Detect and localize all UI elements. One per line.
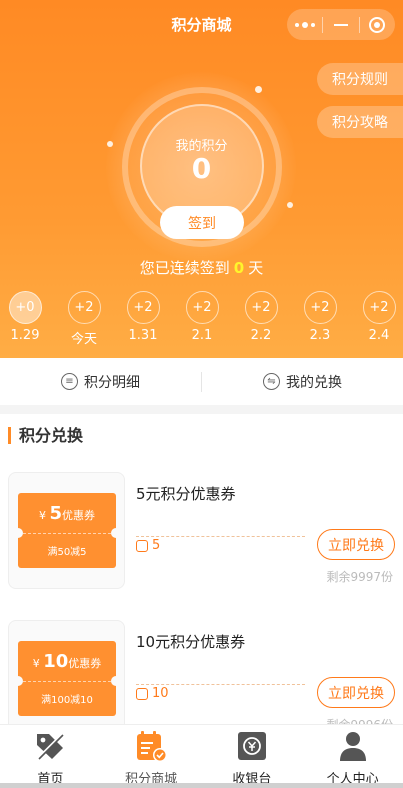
coupon-amount: 10 bbox=[43, 651, 69, 672]
home-indicator-bar bbox=[0, 783, 403, 788]
day-item[interactable]: +2 2.2 bbox=[239, 291, 283, 343]
minimize-icon bbox=[333, 23, 348, 26]
day-label: 2.4 bbox=[368, 328, 390, 343]
sign-in-button[interactable]: 签到 bbox=[160, 206, 244, 239]
product-title: 5元积分优惠券 bbox=[136, 485, 236, 503]
day-bonus: +2 bbox=[303, 291, 337, 324]
more-icon bbox=[294, 21, 315, 28]
quick-links: ≡ 积分明细 ⇋ 我的兑换 bbox=[0, 358, 403, 405]
user-icon bbox=[336, 729, 370, 763]
day-label: 今天 bbox=[70, 332, 97, 347]
section-title: 积分兑换 bbox=[8, 427, 83, 444]
close-button[interactable] bbox=[360, 9, 395, 40]
product-card[interactable]: ¥ 5优惠券 满50减5 5元积分优惠券 5 立即兑换 剩余9997份 bbox=[0, 472, 403, 592]
day-bonus: +2 bbox=[126, 291, 160, 324]
streak-prefix: 您已连续签到 bbox=[139, 259, 230, 277]
coupon-currency: ¥ bbox=[32, 657, 40, 670]
day-label: 1.31 bbox=[128, 328, 158, 343]
points-hero: 积分商城 积分规则 积分攻略 我的积分 0 签到 您已连续签到 0 天 +0 1.2… bbox=[0, 0, 403, 358]
coupon-currency: ¥ bbox=[38, 509, 46, 522]
day-label: 2.2 bbox=[250, 328, 272, 343]
bottom-tab-bar: 首页 积分商城 收银台 个人中心 bbox=[0, 724, 403, 788]
coupon-amount: 5 bbox=[49, 503, 63, 524]
my-exchange-label: 我的兑换 bbox=[286, 374, 342, 391]
day-item[interactable]: +2 今天 bbox=[62, 291, 106, 347]
points-details-link[interactable]: ≡ 积分明细 bbox=[0, 372, 201, 392]
mini-program-capsule bbox=[287, 9, 395, 40]
coupon-graphic: ¥ 10优惠券 满100减10 bbox=[13, 641, 121, 716]
coin-icon bbox=[136, 539, 148, 552]
points-rules-button[interactable]: 积分规则 bbox=[317, 63, 403, 95]
more-button[interactable] bbox=[287, 9, 322, 40]
redeem-button[interactable]: 立即兑换 bbox=[317, 529, 395, 560]
day-bonus: +2 bbox=[185, 291, 219, 324]
day-bonus: +2 bbox=[362, 291, 396, 324]
day-item[interactable]: +2 1.31 bbox=[121, 291, 165, 343]
day-label: 2.3 bbox=[309, 328, 331, 343]
sign-in-streak: 您已连续签到 0 天 bbox=[0, 257, 403, 278]
price-value: 10 bbox=[152, 686, 169, 701]
streak-suffix: 天 bbox=[248, 259, 264, 277]
sparkle-dot bbox=[255, 86, 262, 93]
coupon-label: 优惠券 bbox=[62, 509, 96, 522]
product-card[interactable]: ¥ 10优惠券 满100减10 10元积分优惠券 10 立即兑换 剩余9996份 bbox=[0, 620, 403, 724]
product-price: 5 bbox=[136, 538, 160, 553]
points-guide-button[interactable]: 积分攻略 bbox=[317, 106, 403, 138]
tab-profile[interactable]: 个人中心 bbox=[302, 725, 403, 788]
day-label: 2.1 bbox=[191, 328, 213, 343]
my-points-value: 0 bbox=[191, 152, 212, 185]
tab-cashier[interactable]: 收银台 bbox=[202, 725, 303, 788]
coupon-condition: 满100减10 bbox=[41, 695, 93, 706]
my-exchange-link[interactable]: ⇋ 我的兑换 bbox=[202, 372, 403, 392]
sparkle-dot bbox=[287, 202, 293, 208]
day-bonus: +2 bbox=[67, 291, 101, 324]
day-bonus: +2 bbox=[244, 291, 278, 324]
stock-remaining: 剩余9996份 bbox=[326, 716, 393, 724]
coupon-thumbnail: ¥ 5优惠券 满50减5 bbox=[8, 472, 125, 589]
product-title: 10元积分优惠券 bbox=[136, 633, 246, 651]
sign-in-calendar: +0 1.29 +2 今天 +2 1.31 +2 2.1 +2 2.2 +2 2… bbox=[0, 291, 403, 347]
coupon-label: 优惠券 bbox=[68, 657, 102, 670]
day-bonus: +0 bbox=[8, 291, 42, 324]
day-item[interactable]: +0 1.29 bbox=[3, 291, 47, 343]
day-item[interactable]: +2 2.3 bbox=[298, 291, 342, 343]
day-item[interactable]: +2 2.1 bbox=[180, 291, 224, 343]
coupon-condition: 满50减5 bbox=[47, 547, 87, 558]
coin-icon bbox=[136, 687, 148, 700]
tab-home[interactable]: 首页 bbox=[0, 725, 101, 788]
coupon-thumbnail: ¥ 10优惠券 满100减10 bbox=[8, 620, 125, 724]
tag-icon bbox=[33, 729, 67, 763]
tab-points-mall[interactable]: 积分商城 bbox=[101, 725, 202, 788]
streak-days: 0 bbox=[233, 259, 245, 277]
product-price: 10 bbox=[136, 686, 169, 701]
close-target-icon bbox=[369, 16, 386, 33]
redeem-button[interactable]: 立即兑换 bbox=[317, 677, 395, 708]
minimize-button[interactable] bbox=[323, 9, 358, 40]
stock-remaining: 剩余9997份 bbox=[326, 570, 393, 584]
price-value: 5 bbox=[152, 538, 161, 553]
cashier-icon bbox=[235, 729, 269, 763]
day-label: 1.29 bbox=[10, 328, 40, 343]
points-details-label: 积分明细 bbox=[84, 374, 140, 391]
exchange-icon: ⇋ bbox=[263, 373, 280, 390]
coupon-graphic: ¥ 5优惠券 满50减5 bbox=[13, 493, 121, 568]
day-item[interactable]: +2 2.4 bbox=[357, 291, 401, 343]
coin-stack-icon: ≡ bbox=[61, 373, 78, 390]
exchange-section: 积分兑换 ¥ 5优惠券 满50减5 5元积分优惠券 5 立即兑换 剩余9997份… bbox=[0, 414, 403, 724]
points-mall-icon bbox=[134, 729, 168, 763]
